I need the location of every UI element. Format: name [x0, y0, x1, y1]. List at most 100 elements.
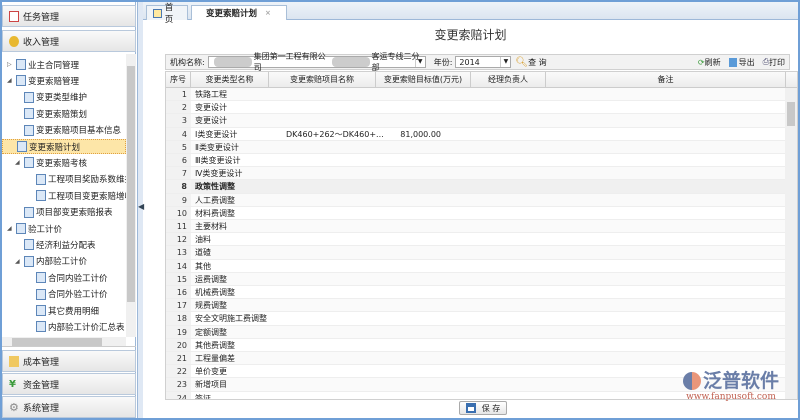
table-row[interactable]: 21 工程量偏差 [166, 352, 786, 366]
tree-item[interactable]: 变更索赔项目基本信息 [24, 123, 121, 138]
collapse-icon[interactable]: ◢ [7, 77, 12, 84]
column-header[interactable]: 变更类型名称 [191, 72, 269, 88]
nav-section-system[interactable]: ⚙ 系统管理 [2, 396, 136, 418]
tree-horizontal-scrollbar[interactable] [2, 337, 126, 346]
row-number: 10 [166, 206, 191, 219]
tree-item[interactable]: 验工计价 [16, 221, 62, 236]
nav-section-income[interactable]: 收入管理 [2, 30, 136, 52]
tree-item[interactable]: 经济利益分配表 [24, 237, 96, 252]
nav-section-funds[interactable]: ¥ 资金管理 [2, 373, 136, 395]
nav-section-label: 资金管理 [23, 380, 60, 391]
column-header[interactable]: 变更索赔项目名称 [269, 72, 376, 88]
tree-item[interactable]: 内部验工计价汇总表 [36, 319, 125, 334]
tree-item[interactable]: 项目部变更索赔报表 [24, 205, 113, 220]
row-number: 13 [166, 246, 191, 259]
cell-change-type: 主要材料 [195, 222, 227, 231]
cell-change-type: 其他费调整 [195, 340, 235, 350]
cell-change-type: Ⅲ类变更设计 [195, 156, 241, 165]
tree-item-label: 内部验工计价汇总表 [48, 322, 125, 333]
table-row[interactable]: 10 材料费调整 [166, 206, 786, 220]
tree-item[interactable]: 变更索赔考核 [24, 155, 87, 170]
page-icon [17, 141, 27, 152]
table-row[interactable]: 19 定额调整 [166, 325, 786, 339]
row-number: 24 [166, 391, 191, 399]
table-row[interactable]: 12 油料 [166, 233, 786, 247]
org-label: 机构名称: [170, 57, 205, 67]
row-number: 14 [166, 259, 191, 272]
column-header[interactable]: 备注 [546, 72, 786, 88]
nav-section-cost[interactable]: 成本管理 [2, 350, 136, 372]
page-icon [36, 173, 46, 185]
tree-item[interactable]: 变更索赔策划 [24, 106, 87, 121]
table-row[interactable]: 3 变更设计 [166, 114, 786, 128]
table-row[interactable]: 13 道碴 [166, 246, 786, 260]
expand-icon[interactable]: ▷ [7, 61, 12, 68]
tree-item[interactable]: 变更索赔计划 [2, 139, 126, 154]
org-select[interactable]: 集团第一工程有限公司 客运专线二分部 ▼ [207, 52, 426, 72]
cell-change-type: 政策性调整 [195, 182, 235, 192]
table-row[interactable]: 14 其他 [166, 259, 786, 273]
table-row[interactable]: 9 人工费调整 [166, 193, 786, 207]
table-row[interactable]: 6 Ⅲ类变更设计 [166, 154, 786, 168]
tab-change-claim-plan[interactable]: 变更索赔计划 × [191, 5, 287, 20]
print-button[interactable]: ⎙ 打印 [763, 57, 785, 68]
tree-item-label: 变更索赔项目基本信息 [36, 126, 122, 137]
close-icon[interactable]: × [265, 9, 271, 17]
tab-label: 变更索赔计划 [206, 9, 258, 19]
tree-item[interactable]: 合同内验工计价 [36, 270, 108, 285]
table-row[interactable]: 1 铁路工程 [166, 88, 786, 102]
nav-section-tasks[interactable]: 任务管理 [2, 5, 136, 27]
tree-item[interactable]: 工程项目奖励系数维护 [36, 172, 133, 187]
column-header[interactable]: 变更索赔目标值(万元) [376, 72, 471, 88]
column-header[interactable]: 序号 [166, 72, 191, 88]
grid-vertical-scrollbar[interactable] [785, 88, 797, 399]
logo-url: www.fanpusoft.com [686, 392, 776, 402]
tree-item[interactable]: 内部验工计价 [24, 254, 87, 269]
table-row[interactable]: 11 主要材料 [166, 220, 786, 234]
tree-item[interactable]: 工程项目变更索赔增收统 [36, 188, 136, 203]
query-button[interactable]: 🔍︎ 查 询 [515, 57, 546, 68]
collapse-icon[interactable]: ◢ [7, 225, 12, 232]
table-row[interactable]: 16 机械费调整 [166, 286, 786, 300]
year-select[interactable]: 2014 ▼ [455, 56, 512, 68]
cell-change-type: Ⅰ类变更设计 [195, 129, 238, 139]
table-row[interactable]: 4 Ⅰ类变更设计 DK460+262～DK460+... 81,000.00 [166, 127, 786, 141]
table-row[interactable]: 15 运费调整 [166, 272, 786, 286]
table-row[interactable]: 18 安全文明施工费调整 [166, 312, 786, 326]
cell-change-type: 材料费调整 [195, 208, 235, 218]
tab-bar: 首页 变更索赔计划 × [143, 2, 798, 25]
table-row[interactable]: 8 政策性调整 [166, 180, 786, 194]
print-label: 打印 [769, 57, 785, 67]
tree-item[interactable]: 合同外验工计价 [36, 287, 108, 302]
row-number: 2 [166, 101, 191, 114]
save-button[interactable]: 保 存 [459, 401, 507, 415]
collapse-icon[interactable]: ◢ [15, 159, 20, 166]
home-icon [153, 8, 162, 18]
cell-change-type: 新增项目 [195, 380, 227, 390]
tab-home[interactable]: 首页 [146, 3, 188, 25]
collapse-icon[interactable]: ◢ [15, 258, 20, 265]
tree-item[interactable]: 其它费用明细 [36, 303, 99, 318]
tree-item[interactable]: 变更索赔管理 [16, 73, 79, 88]
row-number: 8 [166, 180, 191, 193]
page-icon [16, 223, 26, 234]
tree-item[interactable]: 变更类型维护 [24, 90, 87, 105]
tree-item-label: 变更索赔管理 [28, 76, 80, 87]
refresh-button[interactable]: ⟳ 刷新 [698, 57, 721, 68]
export-button[interactable]: 导出 [728, 57, 755, 68]
table-row[interactable]: 7 Ⅳ类变更设计 [166, 167, 786, 181]
tree-item-label: 工程项目变更索赔增收统 [48, 191, 136, 202]
table-row[interactable]: 5 Ⅱ类变更设计 [166, 140, 786, 154]
table-row[interactable]: 17 规费调整 [166, 299, 786, 313]
cell-change-type: 人工费调整 [195, 195, 235, 205]
table-row[interactable]: 2 变更设计 [166, 101, 786, 115]
column-header[interactable]: 经理负责人 [471, 72, 546, 88]
tree-item[interactable]: 业主合同管理 [16, 57, 79, 72]
tree-item-label: 变更类型维护 [36, 93, 88, 104]
tree-vertical-scrollbar[interactable] [126, 54, 136, 337]
page-title: 变更索赔计划 [434, 28, 507, 42]
page-icon [16, 75, 26, 87]
row-number: 9 [166, 193, 191, 206]
table-row[interactable]: 20 其他费调整 [166, 338, 786, 352]
cell-change-type: Ⅱ类变更设计 [195, 142, 239, 152]
